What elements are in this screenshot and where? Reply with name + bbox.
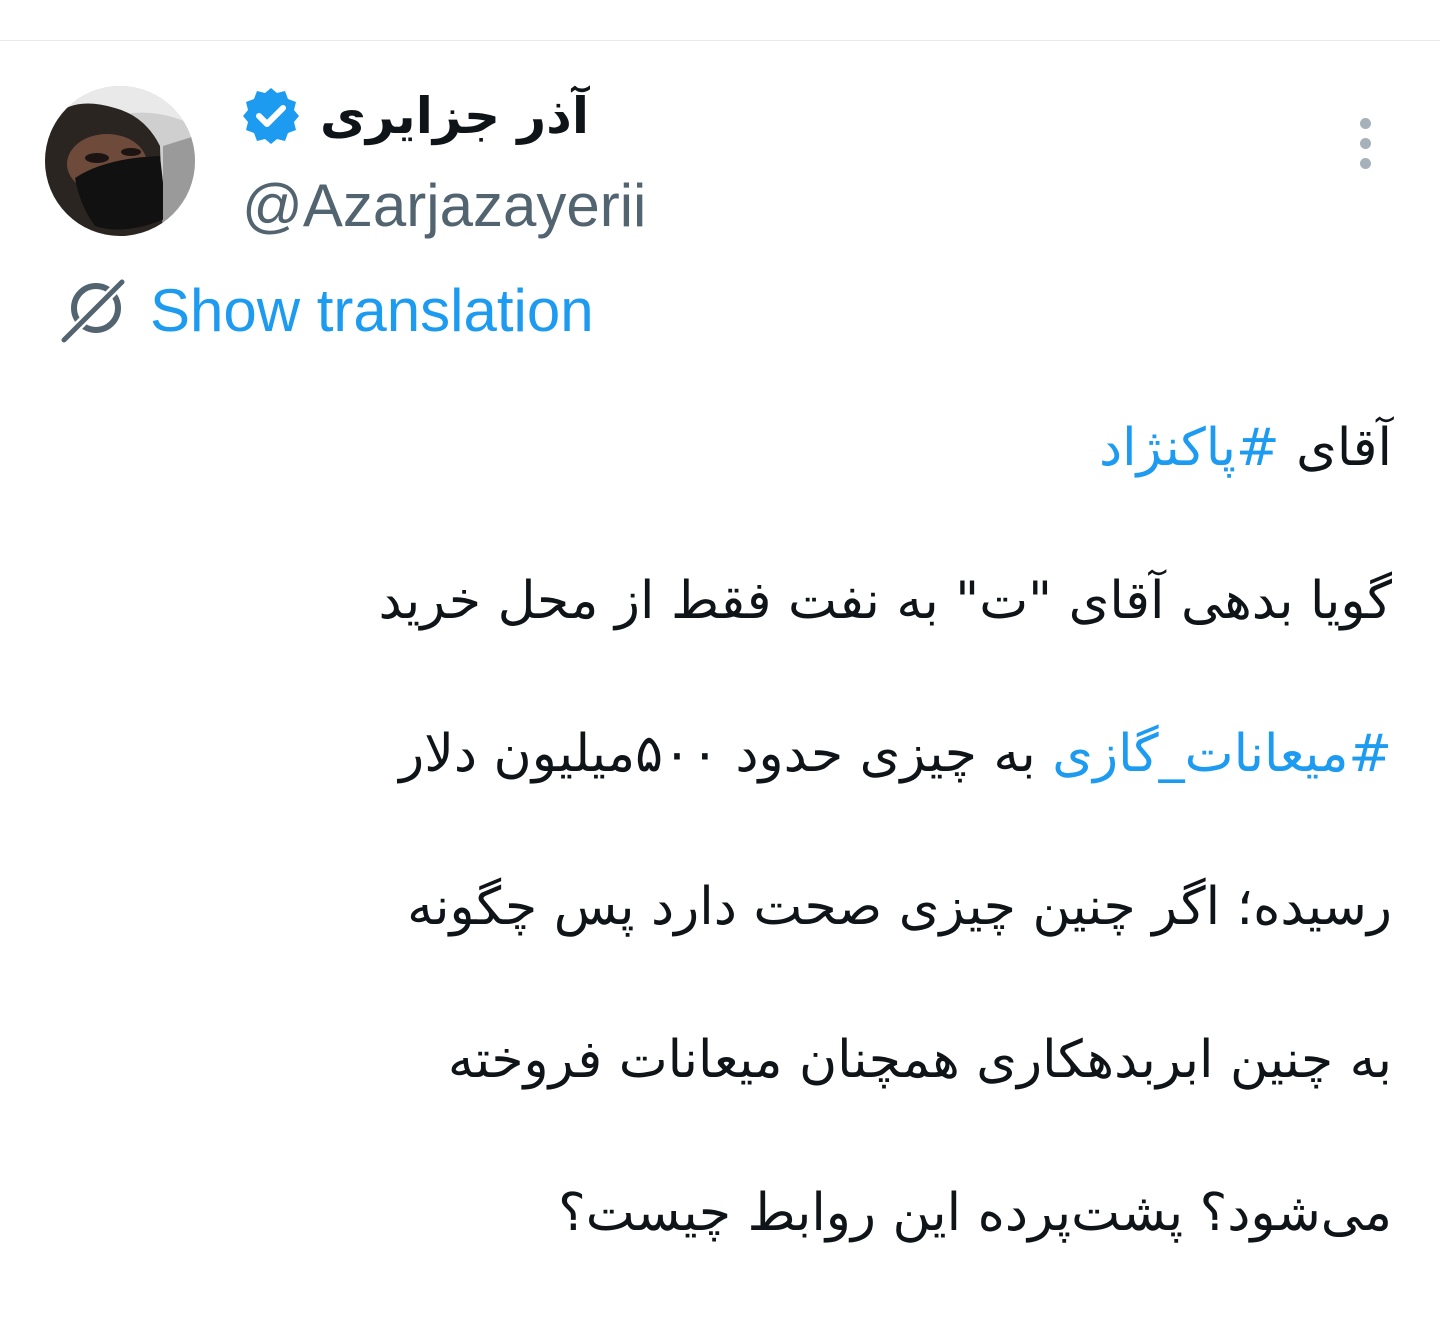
show-translation-label[interactable]: Show translation: [150, 276, 594, 345]
avatar[interactable]: [45, 86, 195, 236]
tweet-line: #میعانات_گازی به چیزی حدود ۵۰۰میلیون دلا…: [52, 706, 1392, 859]
tweet-line: آقای #پاکنژاد: [52, 400, 1392, 553]
tweet-text-segment: می‌شود؟ پشت‌پرده این روابط چیست؟: [558, 1183, 1392, 1243]
tweet-line: می‌شود؟ پشت‌پرده این روابط چیست؟: [52, 1165, 1392, 1318]
hashtag-link[interactable]: #میعانات_گازی: [1052, 724, 1392, 784]
tweet-text-segment: گویا بدهی آقای "ت" به نفت فقط از محل خری…: [378, 571, 1392, 631]
tweet-line: به چنین ابربدهکاری همچنان میعانات فروخته: [52, 1012, 1392, 1165]
globe-translate-icon: [60, 276, 128, 344]
hashtag-link[interactable]: #پاکنژاد: [1099, 418, 1280, 478]
tweet-text: آقای #پاکنژاد گویا بدهی آقای "ت" به نفت ف…: [52, 400, 1392, 1318]
tweet-line: گویا بدهی آقای "ت" به نفت فقط از محل خری…: [52, 553, 1392, 706]
tweet-line: رسیده؛ اگر چنین چیزی صحت دارد پس چگونه: [52, 859, 1392, 1012]
tweet-text-segment: رسیده؛ اگر چنین چیزی صحت دارد پس چگونه: [407, 877, 1392, 937]
author-handle[interactable]: @Azarjazayerii: [242, 170, 646, 242]
avatar-image: [45, 86, 195, 236]
top-divider: [0, 40, 1440, 41]
tweet-text-segment: به چیزی حدود ۵۰۰میلیون دلار: [399, 724, 1053, 784]
show-translation-button[interactable]: Show translation: [60, 270, 594, 350]
more-vertical-icon[interactable]: [1350, 118, 1380, 174]
verified-badge-icon: [240, 85, 302, 147]
author-display-name[interactable]: آذر جزایری: [320, 87, 589, 145]
author-name-row: آذر جزایری: [240, 78, 630, 154]
tweet-text-segment: آقای: [1279, 418, 1392, 478]
tweet-text-segment: به چنین ابربدهکاری همچنان میعانات فروخته: [447, 1030, 1392, 1090]
